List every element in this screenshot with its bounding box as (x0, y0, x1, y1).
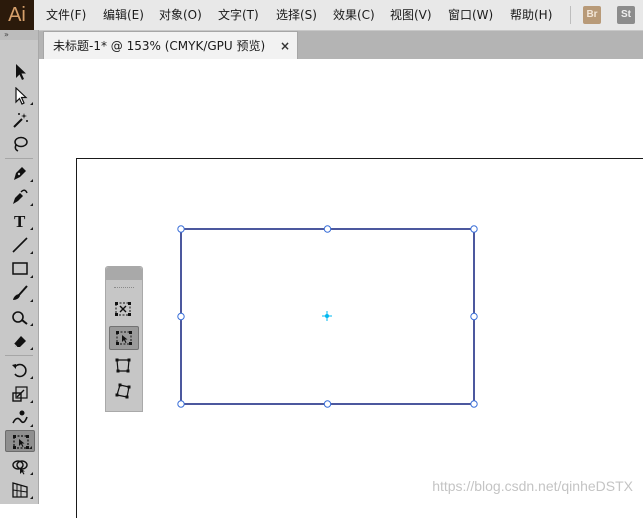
free-transform-widget-panel[interactable] (105, 266, 143, 412)
bounding-box-handle-top-center[interactable] (323, 225, 332, 233)
free-transform-button[interactable] (109, 326, 139, 350)
bounding-box-handle-bottom-right[interactable] (470, 400, 478, 408)
panel-drag-handle[interactable] (106, 267, 142, 280)
free-transform-widget-icon (116, 331, 132, 345)
panel-grip (114, 287, 134, 290)
free-distort-icon (115, 383, 131, 399)
center-point-icon (322, 311, 332, 321)
bounding-box-handle-top-right[interactable] (470, 225, 478, 233)
selected-rectangle[interactable] (0, 0, 643, 504)
bounding-box-handle-bottom-center[interactable] (323, 400, 332, 408)
perspective-distort-icon (115, 358, 131, 373)
bounding-box-handle-middle-left[interactable] (177, 312, 185, 321)
free-distort-button[interactable] (109, 380, 139, 404)
constrain-button[interactable] (109, 298, 139, 322)
constrain-icon (115, 302, 131, 316)
bounding-box-handle-middle-right[interactable] (470, 312, 478, 321)
bounding-box-handle-bottom-left[interactable] (177, 400, 185, 408)
perspective-distort-button[interactable] (109, 354, 139, 378)
bounding-box-handle-top-left[interactable] (177, 225, 185, 233)
watermark-text: https://blog.csdn.net/qinheDSTX (432, 478, 633, 494)
